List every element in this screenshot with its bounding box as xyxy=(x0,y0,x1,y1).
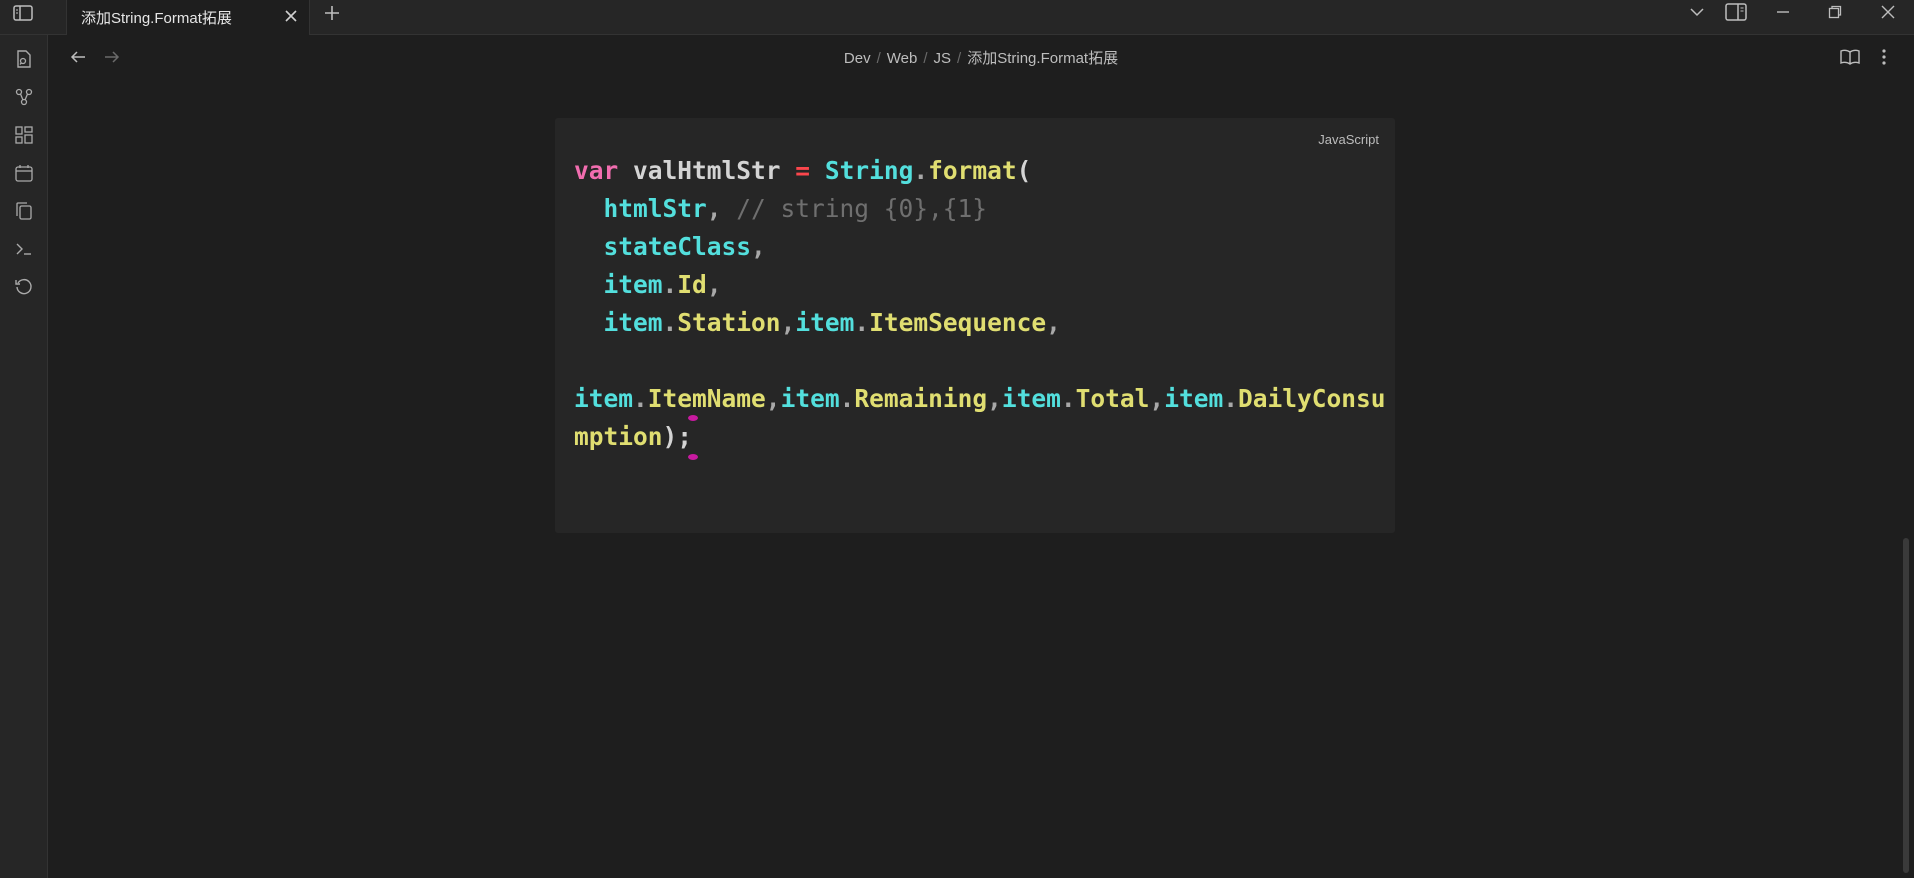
code-token: item xyxy=(795,308,855,337)
code-token: , xyxy=(780,308,796,337)
tab-active[interactable]: 添加String.Format拓展 xyxy=(66,0,310,35)
more-vertical-icon[interactable] xyxy=(1872,45,1896,69)
code-token: , xyxy=(987,384,1002,413)
code-token: , xyxy=(706,270,722,299)
cursor-marker xyxy=(688,454,698,460)
code-token: Station xyxy=(677,308,781,337)
tab-title: 添加String.Format拓展 xyxy=(81,10,232,27)
code-token: item xyxy=(574,384,634,413)
code-token: . xyxy=(839,384,855,413)
code-token: , xyxy=(1046,308,1061,337)
breadcrumb-item[interactable]: Dev xyxy=(844,50,871,67)
plus-icon[interactable] xyxy=(320,2,344,24)
code-token: , xyxy=(1149,384,1165,413)
restore-icon[interactable] xyxy=(1820,0,1850,24)
breadcrumb-item[interactable]: JS xyxy=(934,50,952,67)
code-token: Remaining xyxy=(854,384,988,413)
code-token: ItemSequence xyxy=(869,308,1047,337)
sidebar-left-icon[interactable] xyxy=(10,2,36,24)
code-token: ); xyxy=(662,422,693,451)
chevron-down-icon[interactable] xyxy=(1682,0,1712,24)
code-language-label: JavaScript xyxy=(1318,132,1379,147)
code-block[interactable]: JavaScript var valHtmlStr = String.forma… xyxy=(555,118,1395,533)
code-token: = xyxy=(795,156,811,185)
close-icon[interactable] xyxy=(1873,0,1903,24)
canvas-icon[interactable] xyxy=(10,121,38,149)
code-token: DailyConsu xyxy=(1237,384,1386,413)
graph-icon[interactable] xyxy=(10,83,38,111)
code-token: . xyxy=(662,270,678,299)
minimize-icon[interactable] xyxy=(1768,0,1798,24)
code-content[interactable]: var valHtmlStr = String.format( htmlStr,… xyxy=(574,152,1385,456)
code-token: stateClass xyxy=(603,232,752,261)
view-header: Dev / Web / JS / 添加String.Format拓展 xyxy=(48,35,1914,79)
code-token: Id xyxy=(677,270,707,299)
breadcrumb: Dev / Web / JS / 添加String.Format拓展 xyxy=(843,50,1119,67)
code-token: mption xyxy=(574,422,663,451)
code-token: ItemName xyxy=(647,384,766,413)
scrollbar[interactable] xyxy=(1903,538,1909,873)
code-token: format xyxy=(928,156,1017,185)
sidebar-right-icon[interactable] xyxy=(1721,0,1751,24)
code-token: item xyxy=(1001,384,1061,413)
copy-icon[interactable] xyxy=(10,197,38,225)
code-token: , xyxy=(765,384,781,413)
code-token: . xyxy=(854,308,870,337)
code-token: item xyxy=(603,270,663,299)
breadcrumb-item[interactable]: Web xyxy=(887,50,918,67)
code-token: , xyxy=(751,232,766,261)
code-token: . xyxy=(633,384,648,413)
title-bar: 添加String.Format拓展 xyxy=(0,0,1914,35)
code-token: Total xyxy=(1075,384,1150,413)
code-token: valHtmlStr xyxy=(618,156,796,185)
code-token: , xyxy=(706,194,737,223)
file-search-icon[interactable] xyxy=(10,45,38,73)
code-token: . xyxy=(913,156,929,185)
code-token: . xyxy=(1060,384,1076,413)
terminal-icon[interactable] xyxy=(10,235,38,263)
ribbon xyxy=(0,35,48,878)
history-icon[interactable] xyxy=(10,273,38,301)
code-token: . xyxy=(662,308,678,337)
code-token: var xyxy=(574,156,619,185)
code-token: item xyxy=(1164,384,1224,413)
code-token: String xyxy=(824,156,914,185)
code-token: ( xyxy=(1016,156,1032,185)
code-token: htmlStr xyxy=(603,194,707,223)
code-token: item xyxy=(780,384,840,413)
cursor-marker xyxy=(688,415,698,421)
code-token: item xyxy=(603,308,663,337)
close-icon[interactable] xyxy=(281,6,301,26)
code-token: . xyxy=(1223,384,1238,413)
breadcrumb-current[interactable]: 添加String.Format拓展 xyxy=(967,50,1118,67)
book-open-icon[interactable] xyxy=(1838,45,1862,69)
calendar-icon[interactable] xyxy=(10,159,38,187)
code-comment: // string {0},{1} xyxy=(736,194,988,223)
